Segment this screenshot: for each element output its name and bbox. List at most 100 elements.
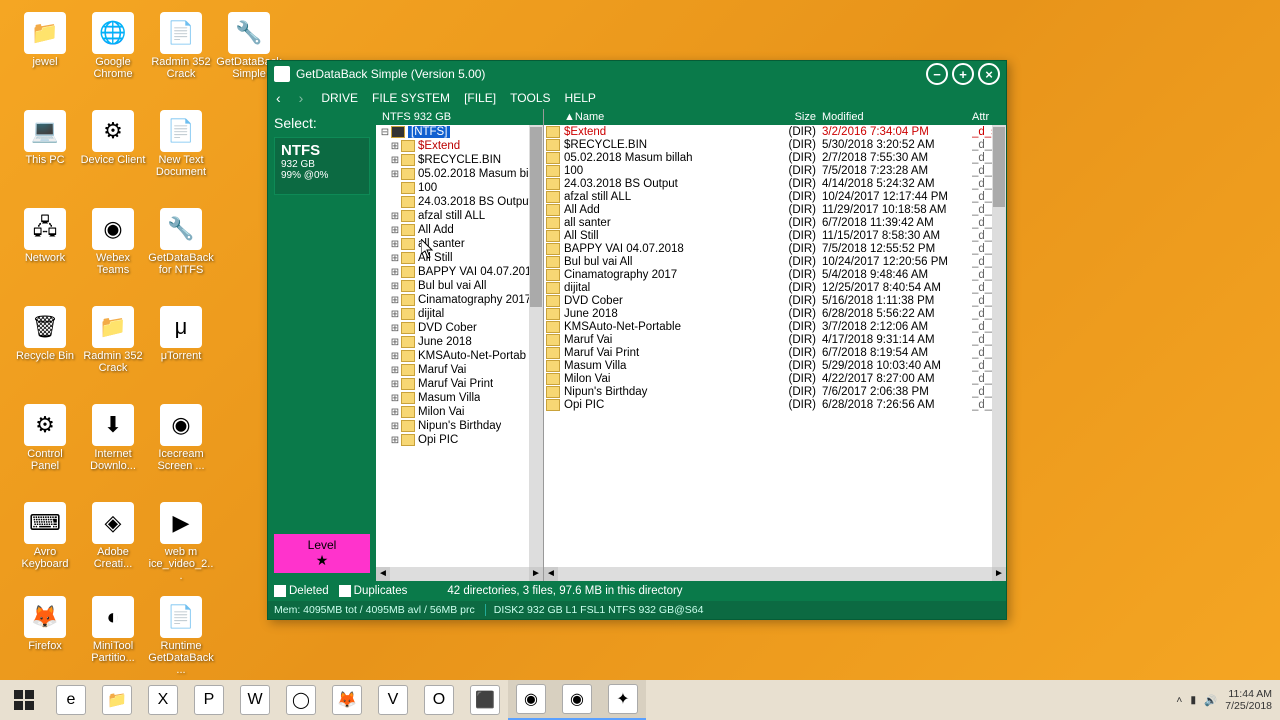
- table-row[interactable]: Milon Vai(DIR)4/22/2017 8:27:00 AM_d__: [544, 372, 1006, 385]
- taskbar-app[interactable]: ✦: [600, 680, 646, 720]
- desktop-icon[interactable]: 🗑Recycle Bin: [12, 306, 78, 362]
- taskbar-app[interactable]: ◉: [508, 680, 554, 720]
- tray-up-icon[interactable]: ˄: [1176, 694, 1182, 706]
- expand-icon[interactable]: ⊞: [390, 351, 400, 362]
- tree-item[interactable]: ⊞DVD Cober: [376, 321, 543, 335]
- expand-icon[interactable]: ⊞: [390, 281, 400, 292]
- level-button[interactable]: Level ★: [274, 534, 370, 573]
- expand-icon[interactable]: ⊞: [390, 239, 400, 250]
- expand-icon[interactable]: ⊞: [390, 169, 400, 180]
- table-row[interactable]: Maruf Vai(DIR)4/17/2018 9:31:14 AM_d__: [544, 333, 1006, 346]
- table-row[interactable]: Masum Villa(DIR)5/29/2018 10:03:40 AM_d_…: [544, 359, 1006, 372]
- expand-icon[interactable]: ⊟: [380, 127, 390, 138]
- tree-item[interactable]: ⊞KMSAuto-Net-Portab: [376, 349, 543, 363]
- desktop-icon[interactable]: 📄Runtime GetDataBack...: [148, 596, 214, 676]
- table-row[interactable]: KMSAuto-Net-Portable(DIR)3/7/2018 2:12:0…: [544, 320, 1006, 333]
- desktop-icon[interactable]: ⬇Internet Downlo...: [80, 404, 146, 472]
- expand-icon[interactable]: ⊞: [390, 225, 400, 236]
- expand-icon[interactable]: ⊞: [390, 323, 400, 334]
- taskbar-app[interactable]: X: [140, 680, 186, 720]
- desktop-icon[interactable]: μμTorrent: [148, 306, 214, 362]
- desktop-icon[interactable]: 📄New Text Document: [148, 110, 214, 178]
- expand-icon[interactable]: ⊞: [390, 393, 400, 404]
- table-row[interactable]: All Add(DIR)11/29/2017 10:18:58 AM_d__: [544, 203, 1006, 216]
- menu-filesystem[interactable]: FILE SYSTEM: [372, 91, 450, 105]
- table-row[interactable]: $Extend(DIR)3/2/2016 7:34:04 PM_d_s: [544, 125, 1006, 138]
- tree-item[interactable]: ⊞$RECYCLE.BIN: [376, 153, 543, 167]
- desktop-icon[interactable]: 💻This PC: [12, 110, 78, 166]
- table-row[interactable]: BAPPY VAI 04.07.2018(DIR)7/5/2018 12:55:…: [544, 242, 1006, 255]
- desktop-icon[interactable]: 📁Radmin 352 Crack: [80, 306, 146, 374]
- table-row[interactable]: Bul bul vai All(DIR)10/24/2017 12:20:56 …: [544, 255, 1006, 268]
- desktop-icon[interactable]: ⌨Avro Keyboard: [12, 502, 78, 570]
- desktop-icon[interactable]: 🦊Firefox: [12, 596, 78, 652]
- nav-forward-icon[interactable]: ›: [299, 90, 304, 106]
- expand-icon[interactable]: ⊞: [390, 407, 400, 418]
- table-row[interactable]: 100(DIR)7/5/2018 7:23:28 AM_d__: [544, 164, 1006, 177]
- table-row[interactable]: Opi PIC(DIR)6/28/2018 7:26:56 AM_d__: [544, 398, 1006, 411]
- taskbar-app[interactable]: P: [186, 680, 232, 720]
- desktop-icon[interactable]: ◈Adobe Creati...: [80, 502, 146, 570]
- taskbar-app[interactable]: V: [370, 680, 416, 720]
- menu-file[interactable]: [FILE]: [464, 91, 496, 105]
- expand-icon[interactable]: ⊞: [390, 421, 400, 432]
- table-row[interactable]: 24.03.2018 BS Output(DIR)4/14/2018 5:24:…: [544, 177, 1006, 190]
- tree-item[interactable]: ⊞$Extend: [376, 139, 543, 153]
- tree-hscroll[interactable]: ◄►: [376, 567, 543, 581]
- expand-icon[interactable]: ⊞: [390, 155, 400, 166]
- table-row[interactable]: afzal still ALL(DIR)10/24/2017 12:17:44 …: [544, 190, 1006, 203]
- expand-icon[interactable]: ⊞: [390, 379, 400, 390]
- tree-item[interactable]: ⊞Masum Villa: [376, 391, 543, 405]
- tree-item[interactable]: 100: [376, 181, 543, 195]
- duplicates-checkbox[interactable]: Duplicates: [339, 585, 408, 597]
- taskbar-app[interactable]: 🦊: [324, 680, 370, 720]
- tree-item[interactable]: ⊞Milon Vai: [376, 405, 543, 419]
- menu-drive[interactable]: DRIVE: [321, 91, 358, 105]
- desktop-icon[interactable]: 🔧GetDataBack for NTFS: [148, 208, 214, 276]
- menu-tools[interactable]: TOOLS: [510, 91, 550, 105]
- table-row[interactable]: All Still(DIR)11/15/2017 8:58:30 AM_d__: [544, 229, 1006, 242]
- tree-item[interactable]: ⊞BAPPY VAI 04.07.2018: [376, 265, 543, 279]
- tree-item[interactable]: ⊞Maruf Vai Print: [376, 377, 543, 391]
- clock[interactable]: 11:44 AM 7/25/2018: [1225, 688, 1272, 712]
- desktop-icon[interactable]: 📄Radmin 352 Crack: [148, 12, 214, 80]
- list-header[interactable]: ▲Name Size Modified Attr: [544, 109, 1006, 125]
- tree-item[interactable]: ⊞Cinamatography 2017: [376, 293, 543, 307]
- col-modified[interactable]: Modified: [822, 111, 972, 123]
- tree-item[interactable]: ⊞June 2018: [376, 335, 543, 349]
- taskbar-app[interactable]: ⬛: [462, 680, 508, 720]
- titlebar[interactable]: GetDataBack Simple (Version 5.00) − + ×: [268, 61, 1006, 87]
- table-row[interactable]: June 2018(DIR)6/28/2018 5:56:22 AM_d__: [544, 307, 1006, 320]
- expand-icon[interactable]: ⊞: [390, 141, 400, 152]
- table-row[interactable]: Nipun's Birthday(DIR)7/6/2017 2:06:38 PM…: [544, 385, 1006, 398]
- expand-icon[interactable]: ⊞: [390, 337, 400, 348]
- taskbar-app[interactable]: e: [48, 680, 94, 720]
- list-hscroll[interactable]: ◄►: [544, 567, 1006, 581]
- tree-item[interactable]: ⊟[NTFS]: [376, 125, 543, 139]
- minimize-button[interactable]: −: [926, 63, 948, 85]
- table-row[interactable]: dijital(DIR)12/25/2017 8:40:54 AM_d__: [544, 281, 1006, 294]
- maximize-button[interactable]: +: [952, 63, 974, 85]
- tree-item[interactable]: ⊞05.02.2018 Masum bi: [376, 167, 543, 181]
- tree-item[interactable]: ⊞All Add: [376, 223, 543, 237]
- col-size[interactable]: Size: [778, 111, 822, 123]
- table-row[interactable]: Cinamatography 2017(DIR)5/4/2018 9:48:46…: [544, 268, 1006, 281]
- desktop-icon[interactable]: ⚙Control Panel: [12, 404, 78, 472]
- tray-volume-icon[interactable]: 🔊: [1204, 694, 1217, 707]
- tree-item[interactable]: ⊞afzal still ALL: [376, 209, 543, 223]
- expand-icon[interactable]: ⊞: [390, 309, 400, 320]
- nav-back-icon[interactable]: ‹: [276, 90, 281, 106]
- col-name[interactable]: ▲Name: [544, 111, 778, 123]
- desktop-icon[interactable]: 📁jewel: [12, 12, 78, 68]
- table-row[interactable]: all santer(DIR)6/7/2018 11:39:42 AM_d__: [544, 216, 1006, 229]
- tree-item[interactable]: ⊞All Still: [376, 251, 543, 265]
- expand-icon[interactable]: ⊞: [390, 365, 400, 376]
- expand-icon[interactable]: ⊞: [390, 267, 400, 278]
- table-row[interactable]: DVD Cober(DIR)5/16/2018 1:11:38 PM_d__: [544, 294, 1006, 307]
- table-row[interactable]: Maruf Vai Print(DIR)6/7/2018 8:19:54 AM_…: [544, 346, 1006, 359]
- expand-icon[interactable]: ⊞: [390, 211, 400, 222]
- tree-scrollbar[interactable]: [529, 125, 543, 567]
- tree-item[interactable]: ⊞Opi PIC: [376, 433, 543, 447]
- tray-network-icon[interactable]: ▮: [1190, 694, 1196, 706]
- expand-icon[interactable]: ⊞: [390, 295, 400, 306]
